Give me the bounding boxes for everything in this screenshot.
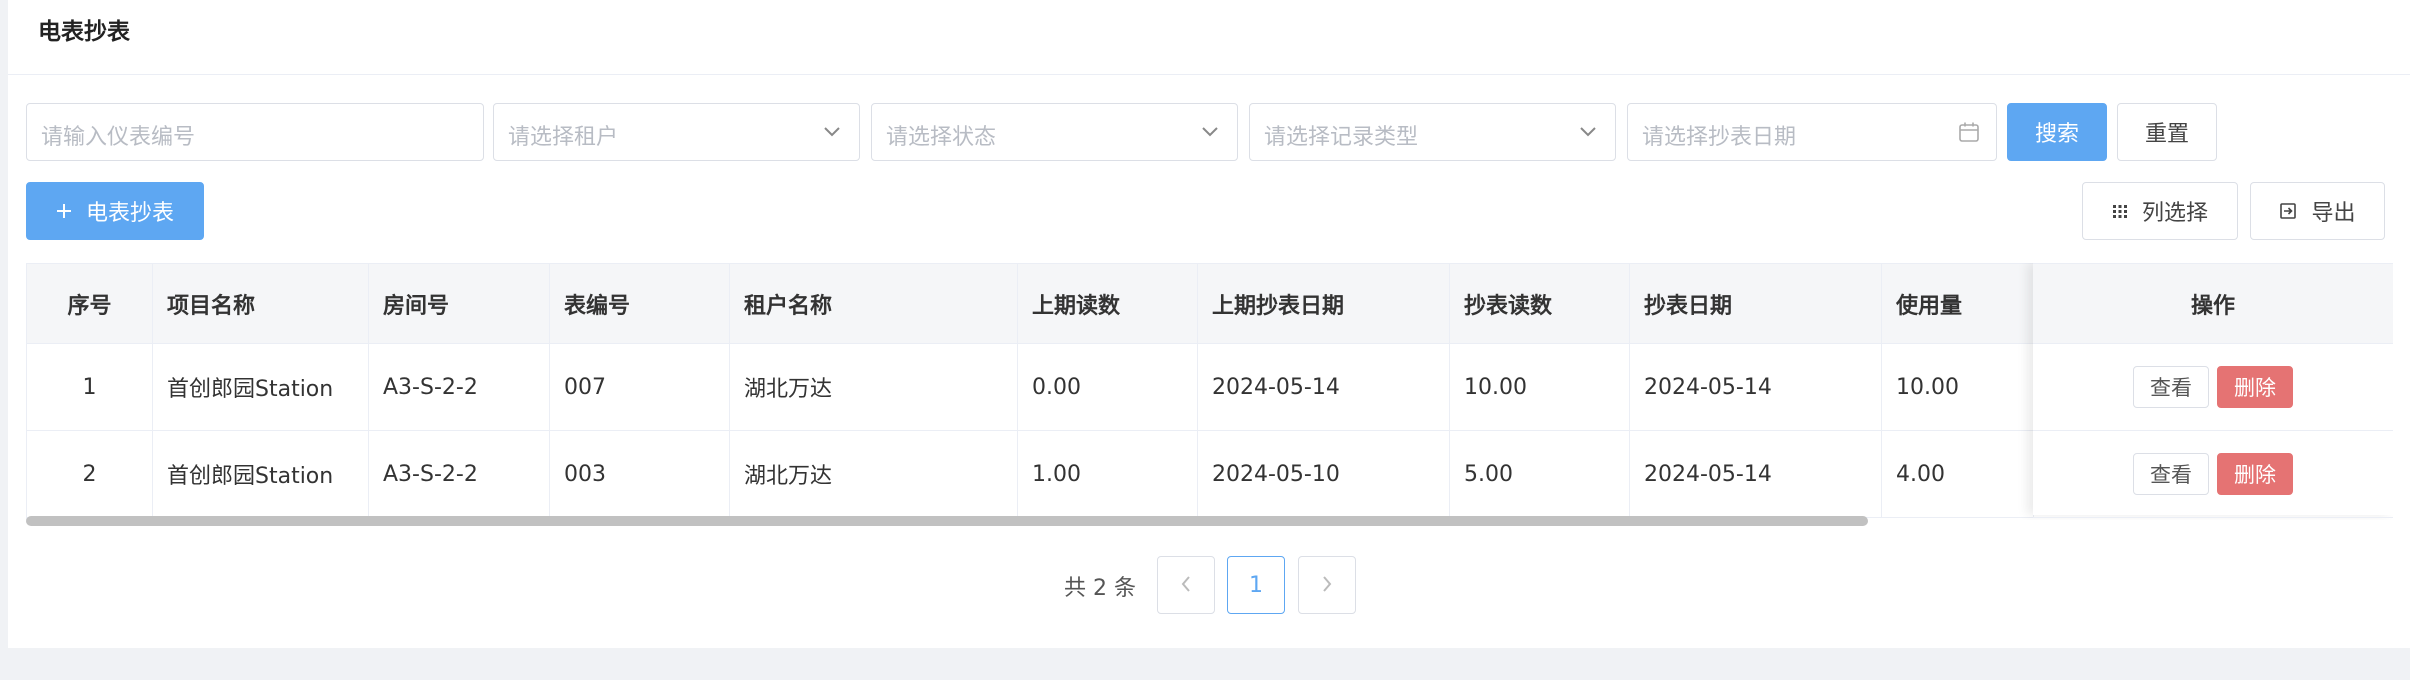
actions-column: 操作 查看 删除 查看 删除 [2033,263,2393,518]
col-reading: 抄表读数 [1450,264,1630,343]
date-picker[interactable]: 请选择抄表日期 [1627,103,1997,161]
prev-page-button[interactable] [1157,556,1215,614]
record-type-placeholder: 请选择记录类型 [1264,125,1419,150]
tenant-placeholder: 请选择租户 [508,125,619,150]
col-meter: 表编号 [550,264,730,343]
chevron-down-icon [1199,121,1221,143]
card-header: 电表抄表 [8,0,2410,75]
add-reading-button[interactable]: 电表抄表 [26,182,204,240]
status-select[interactable]: 请选择状态 [871,103,1238,161]
cell-prev-reading: 1.00 [1018,431,1198,517]
export-button[interactable]: 导出 [2250,182,2385,240]
page-number[interactable]: 1 [1227,556,1285,614]
date-placeholder: 请选择抄表日期 [1642,125,1797,150]
chevron-left-icon [1181,573,1191,598]
record-type-select[interactable]: 请选择记录类型 [1249,103,1616,161]
actions-cell: 查看 删除 [2033,431,2393,518]
col-prev-date: 上期抄表日期 [1198,264,1450,343]
cell-reading: 10.00 [1450,344,1630,430]
page-title: 电表抄表 [38,19,130,45]
cell-date: 2024-05-14 [1630,431,1882,517]
cell-meter: 003 [550,431,730,517]
pagination-total: 共 2 条 [1064,576,1136,601]
export-label: 导出 [2311,201,2356,226]
cell-meter: 007 [550,344,730,430]
delete-button[interactable]: 删除 [2217,453,2293,495]
col-actions: 操作 [2033,263,2393,344]
col-project: 项目名称 [153,264,369,343]
horizontal-scrollbar[interactable] [26,516,1868,526]
delete-button[interactable]: 删除 [2217,366,2293,408]
grid-icon [2112,203,2128,219]
cell-prev-date: 2024-05-10 [1198,431,1450,517]
col-room: 房间号 [369,264,550,343]
cell-project: 首创郎园Station [153,344,369,430]
view-button[interactable]: 查看 [2133,453,2209,495]
status-placeholder: 请选择状态 [886,125,997,150]
chevron-down-icon [1577,121,1599,143]
column-select-label: 列选择 [2141,201,2208,226]
reset-button[interactable]: 重置 [2117,103,2217,161]
cell-reading: 5.00 [1450,431,1630,517]
chevron-down-icon [821,121,843,143]
readings-table: 序号 项目名称 房间号 表编号 租户名称 上期读数 上期抄表日期 抄表读数 抄表… [26,263,2393,520]
cell-usage: 4.00 [1882,431,2034,517]
tenant-select[interactable]: 请选择租户 [493,103,860,161]
search-button[interactable]: 搜索 [2007,103,2107,161]
chevron-right-icon [1322,573,1332,598]
cell-date: 2024-05-14 [1630,344,1882,430]
cell-tenant: 湖北万达 [730,344,1018,430]
cell-usage: 10.00 [1882,344,2034,430]
col-tenant: 租户名称 [730,264,1018,343]
col-usage: 使用量 [1882,264,2034,343]
next-page-button[interactable] [1298,556,1356,614]
cell-index: 1 [27,344,153,430]
cell-index: 2 [27,431,153,517]
cell-prev-date: 2024-05-14 [1198,344,1450,430]
actions-cell: 查看 删除 [2033,344,2393,431]
export-icon [2279,202,2297,220]
cell-tenant: 湖北万达 [730,431,1018,517]
col-prev-reading: 上期读数 [1018,264,1198,343]
add-reading-label: 电表抄表 [85,201,174,226]
meter-no-placeholder: 请输入仪表编号 [41,125,196,150]
col-index: 序号 [27,264,153,343]
cell-room: A3-S-2-2 [369,344,550,430]
view-button[interactable]: 查看 [2133,366,2209,408]
col-date: 抄表日期 [1630,264,1882,343]
plus-icon [56,203,72,219]
cell-prev-reading: 0.00 [1018,344,1198,430]
column-select-button[interactable]: 列选择 [2082,182,2238,240]
meter-no-input[interactable]: 请输入仪表编号 [26,103,484,161]
cell-room: A3-S-2-2 [369,431,550,517]
calendar-icon [1958,121,1980,143]
cell-project: 首创郎园Station [153,431,369,517]
